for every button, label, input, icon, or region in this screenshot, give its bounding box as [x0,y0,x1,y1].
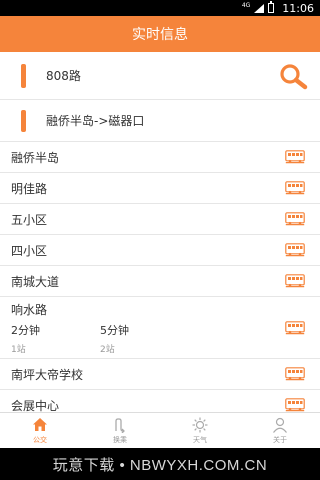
battery-icon [268,1,275,13]
status-bar: 4G 11:06 [0,0,320,16]
stop-name: 五小区 [11,212,48,227]
stop-item[interactable]: 响水路 2分钟 1站 5分钟 2站 [0,297,320,359]
accent-bar [21,63,26,88]
stops-away: 1站 [11,344,26,355]
bus-icon[interactable] [285,320,305,335]
bus-icon[interactable] [285,243,305,257]
tab-weather[interactable]: 天气 [160,413,240,448]
watermark: 玩意下载 • NBWYXH.COM.CN [52,456,268,474]
tab-bus[interactable]: 公交 [0,413,80,448]
sun-icon [192,417,208,432]
tab-label: 换乘 [113,435,127,444]
stop-name: 南坪大帝学校 [11,367,84,382]
bus-icon[interactable] [285,398,305,412]
stop-name: 会展中心 [11,398,60,413]
bus-icon[interactable] [285,212,305,226]
stop-item[interactable]: 五小区 [0,204,320,235]
stops-away: 2站 [100,344,115,355]
stop-name: 明佳路 [11,181,48,196]
tab-label: 关于 [273,435,287,444]
stop-list: 融侨半岛明佳路五小区四小区南城大道响水路 2分钟 1站 5分钟 2站南坪大帝学校 会展中心 [0,142,320,412]
stop-name: 南城大道 [11,274,60,289]
route-input[interactable]: 808路 [46,67,81,84]
main-content[interactable]: 808路 融侨半岛->磁器口 融侨半岛明佳路五小区四小区南城大道响水路 2分钟 1站… [0,52,320,412]
stop-name: 响水路 [11,302,48,317]
transfer-icon [115,417,125,433]
tab-label: 天气 [193,435,207,444]
bus-icon[interactable] [285,274,305,288]
person-icon [273,417,287,433]
bus-icon[interactable] [285,150,305,164]
network-type: 4G [241,1,251,9]
app-header: 实时信息 [0,16,320,52]
arrival-entry: 5分钟 2站 [100,322,129,355]
route-search-row[interactable]: 808路 [0,52,320,100]
stop-item[interactable]: 南坪大帝学校 [0,359,320,390]
signal-icon [254,3,265,13]
stop-name: 四小区 [11,243,48,258]
stop-name: 融侨半岛 [11,150,60,165]
tab-about[interactable]: 关于 [240,413,320,448]
stop-item[interactable]: 南城大道 [0,266,320,297]
stop-item[interactable]: 明佳路 [0,173,320,204]
arrival-time: 5分钟 [100,323,129,337]
tab-transfer[interactable]: 换乘 [80,413,160,448]
search-icon[interactable] [278,62,308,90]
bus-icon[interactable] [285,367,305,381]
clock: 11:06 [282,1,314,15]
bottom-tab-bar: 公交 换乘 天气 关于 [0,412,320,448]
home-icon [33,417,47,431]
bus-icon[interactable] [285,181,305,195]
direction-label: 融侨半岛->磁器口 [46,114,145,128]
tab-label: 公交 [33,435,47,444]
arrival-time: 2分钟 [11,323,40,337]
direction-row[interactable]: 融侨半岛->磁器口 [0,100,320,142]
stop-item[interactable]: 融侨半岛 [0,142,320,173]
stop-item[interactable]: 四小区 [0,235,320,266]
arrival-info: 2分钟 1站 5分钟 2站 [11,322,129,355]
arrival-entry: 2分钟 1站 [11,322,40,355]
stop-item[interactable]: 会展中心 [0,390,320,412]
accent-bar [21,109,26,132]
page-title: 实时信息 [132,27,188,43]
